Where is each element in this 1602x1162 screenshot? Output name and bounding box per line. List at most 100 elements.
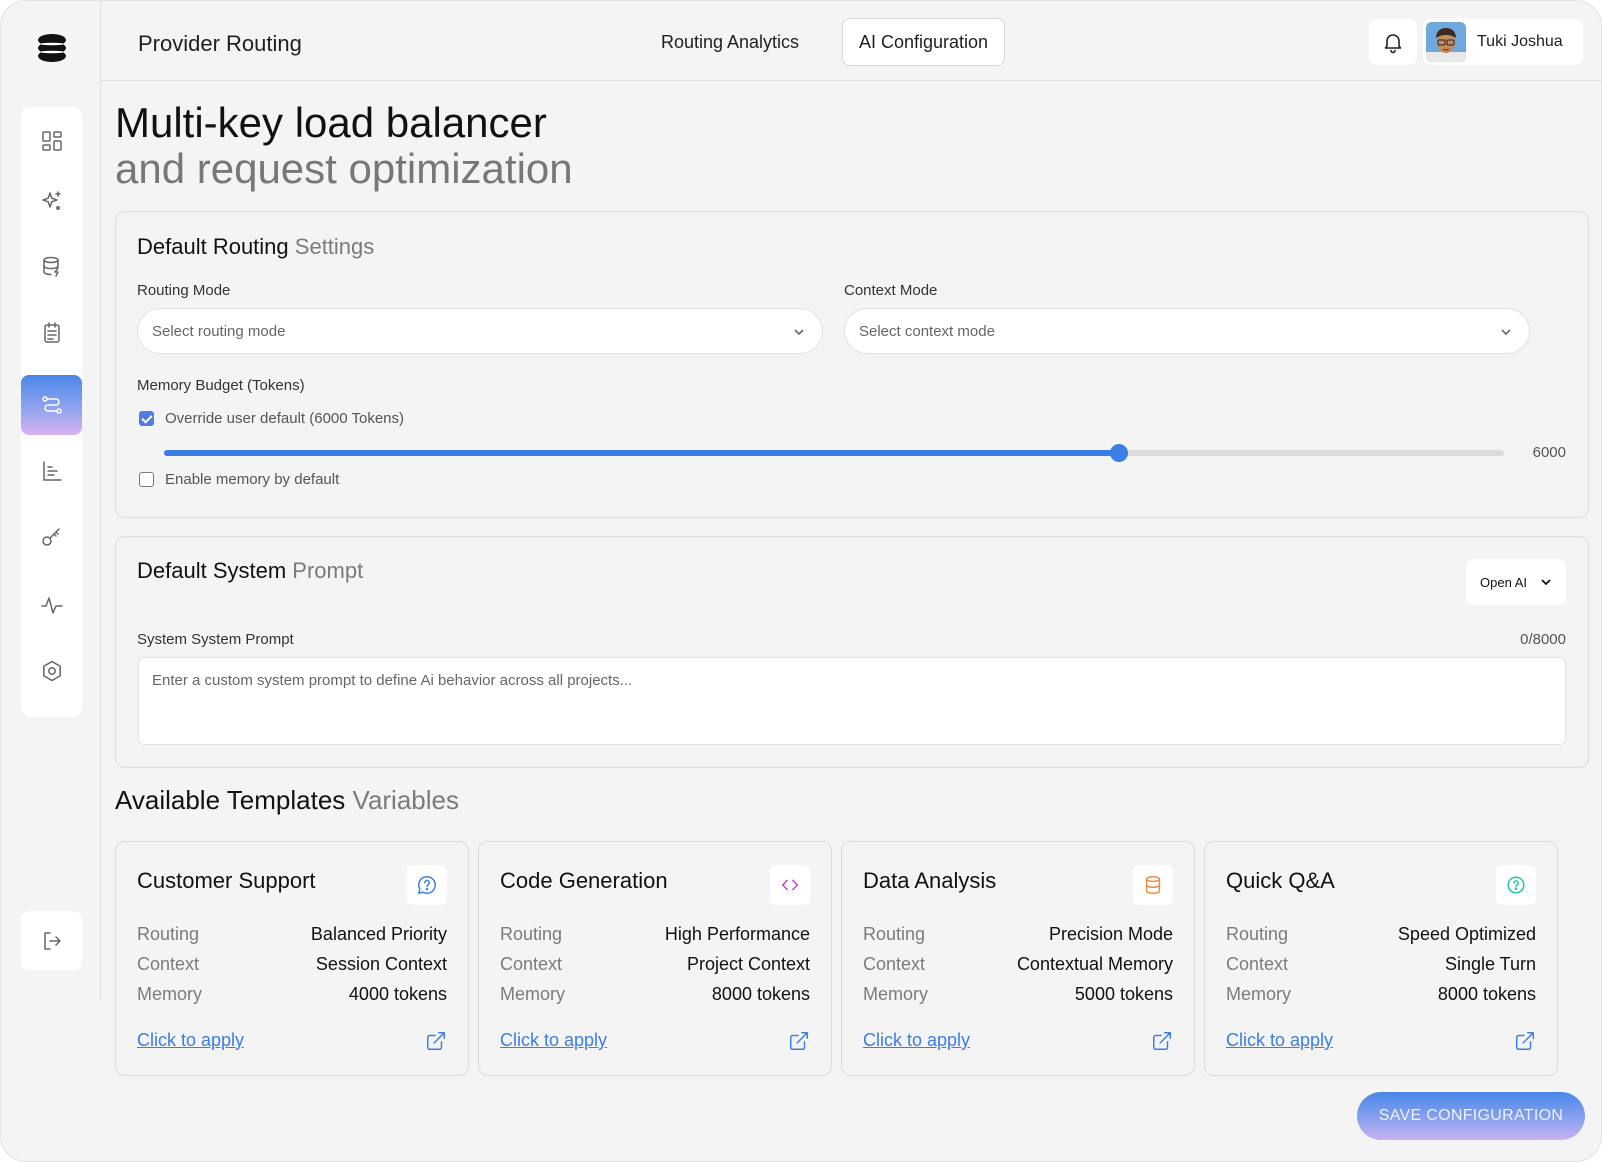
override-default-checkbox[interactable]: Override user default (6000 Tokens) — [139, 410, 404, 427]
template-memory-row: Memory 4000 tokens — [137, 984, 447, 1005]
context-value: Project Context — [686, 954, 810, 974]
system-prompt-input[interactable]: Enter a custom system prompt to define A… — [138, 657, 1566, 745]
routing-mode-select[interactable]: Select routing mode — [137, 308, 823, 354]
sidebar-item-routing[interactable] — [21, 375, 82, 435]
apply-template-link[interactable]: Click to apply — [863, 1030, 970, 1051]
sidebar-item-analytics[interactable] — [21, 441, 82, 501]
system-prompt-card: Default System Prompt Open AI System Sys… — [115, 536, 1589, 768]
sidebar-item-ai[interactable] — [21, 171, 82, 231]
header: Provider Routing Routing Analytics AI Co… — [101, 1, 1601, 81]
user-menu[interactable]: Tuki Joshua — [1423, 19, 1583, 65]
slider-fill — [164, 450, 1120, 456]
context-mode-label: Context Mode — [844, 282, 938, 299]
template-memory-row: Memory 8000 tokens — [1226, 984, 1536, 1005]
memory-value: 4000 tokens — [348, 984, 447, 1004]
memory-key: Memory — [500, 984, 566, 1004]
template-icon-box — [407, 865, 447, 905]
avatar — [1426, 22, 1466, 62]
sidebar-item-settings[interactable] — [21, 641, 82, 701]
checkbox[interactable] — [139, 411, 154, 426]
logo-icon — [36, 32, 68, 64]
routing-settings-title-muted: Settings — [294, 234, 375, 259]
system-prompt-title: Default System Prompt — [137, 558, 363, 584]
key-icon — [41, 528, 60, 546]
template-icon-box — [770, 865, 810, 905]
dashboard-icon — [41, 131, 62, 151]
routing-value: Speed Optimized — [1397, 924, 1536, 944]
template-card-code-generation[interactable]: Code Generation Routing High Performance … — [478, 841, 832, 1076]
logout-button[interactable] — [21, 911, 82, 970]
context-value: Session Context — [315, 954, 447, 974]
sidebar-item-logs[interactable] — [21, 303, 82, 363]
save-configuration-button[interactable]: SAVE CONFIGURATION — [1357, 1092, 1585, 1140]
database-icon — [1145, 876, 1161, 894]
memory-budget-slider[interactable] — [164, 444, 1504, 462]
apply-template-link[interactable]: Click to apply — [1226, 1030, 1333, 1051]
open-template-button[interactable] — [788, 1030, 810, 1052]
routing-key: Routing — [863, 924, 926, 944]
memory-value: 5000 tokens — [1074, 984, 1173, 1004]
memory-budget-value: 6000 — [1532, 444, 1566, 461]
enable-memory-checkbox[interactable]: Enable memory by default — [139, 471, 339, 488]
enable-memory-label: Enable memory by default — [165, 471, 340, 488]
template-card-data-analysis[interactable]: Data Analysis Routing Precision Mode Cont… — [841, 841, 1195, 1076]
routing-value: Balanced Priority — [310, 924, 447, 944]
system-prompt-placeholder: Enter a custom system prompt to define A… — [152, 672, 633, 689]
routing-mode-placeholder: Select routing mode — [152, 322, 286, 340]
template-card-quick-qa[interactable]: Quick Q&A Routing Speed Optimized Context… — [1204, 841, 1558, 1076]
model-select[interactable]: Open AI — [1466, 559, 1566, 605]
bar-chart-icon — [42, 461, 62, 481]
sidebar-item-keys[interactable] — [21, 507, 82, 567]
notifications-button[interactable] — [1369, 19, 1417, 65]
activity-icon — [40, 597, 63, 614]
context-key: Context — [137, 954, 200, 974]
open-template-button[interactable] — [1151, 1030, 1173, 1052]
routing-settings-card: Default Routing Settings Routing Mode Se… — [115, 211, 1589, 518]
open-template-button[interactable] — [425, 1030, 447, 1052]
open-template-button[interactable] — [1514, 1030, 1536, 1052]
template-routing-row: Routing Speed Optimized — [1226, 924, 1536, 945]
template-memory-row: Memory 8000 tokens — [500, 984, 810, 1005]
system-prompt-title-main: Default System — [137, 558, 287, 583]
sidebar-item-database[interactable] — [21, 237, 82, 297]
routing-value: Precision Mode — [1048, 924, 1173, 944]
template-icon-box — [1496, 865, 1536, 905]
context-value: Single Turn — [1444, 954, 1536, 974]
question-circle-icon — [1507, 876, 1525, 894]
system-prompt-title-muted: Prompt — [292, 558, 364, 583]
templates-title: Available Templates Variables — [115, 785, 459, 816]
apply-template-link[interactable]: Click to apply — [500, 1030, 607, 1051]
model-select-value: Open AI — [1480, 574, 1527, 590]
sidebar-item-activity[interactable] — [21, 575, 82, 635]
template-context-row: Context Session Context — [137, 954, 447, 975]
tab-routing-analytics[interactable]: Routing Analytics — [655, 18, 805, 66]
templates-title-main: Available Templates — [115, 785, 346, 815]
template-icon-box — [1133, 865, 1173, 905]
chevron-down-icon — [1501, 329, 1511, 336]
slider-thumb[interactable] — [1110, 444, 1129, 462]
external-link-icon — [1516, 1032, 1534, 1050]
apply-template-link[interactable]: Click to apply — [137, 1030, 244, 1051]
template-context-row: Context Project Context — [500, 954, 810, 975]
memory-value: 8000 tokens — [711, 984, 810, 1004]
character-counter: 0/8000 — [1520, 631, 1566, 648]
sparkles-icon — [41, 191, 61, 210]
context-mode-placeholder: Select context mode — [859, 322, 995, 340]
memory-budget-label: Memory Budget (Tokens) — [137, 377, 305, 394]
checkbox[interactable] — [139, 472, 154, 487]
template-title: Quick Q&A — [1226, 868, 1335, 893]
template-title: Data Analysis — [863, 868, 997, 893]
context-key: Context — [500, 954, 563, 974]
sidebar-item-dashboard[interactable] — [21, 111, 82, 171]
tab-ai-configuration[interactable]: AI Configuration — [842, 18, 1005, 66]
route-icon — [41, 396, 62, 414]
chevron-down-icon — [1541, 579, 1551, 586]
help-circle-icon — [418, 876, 436, 894]
clipboard-icon — [43, 322, 60, 343]
template-memory-row: Memory 5000 tokens — [863, 984, 1173, 1005]
context-mode-select[interactable]: Select context mode — [844, 308, 1530, 354]
routing-settings-title-main: Default Routing — [137, 234, 289, 259]
template-title: Customer Support — [137, 868, 316, 893]
external-link-icon — [1153, 1032, 1171, 1050]
template-card-customer-support[interactable]: Customer Support Routing Balanced Priorit… — [115, 841, 469, 1076]
